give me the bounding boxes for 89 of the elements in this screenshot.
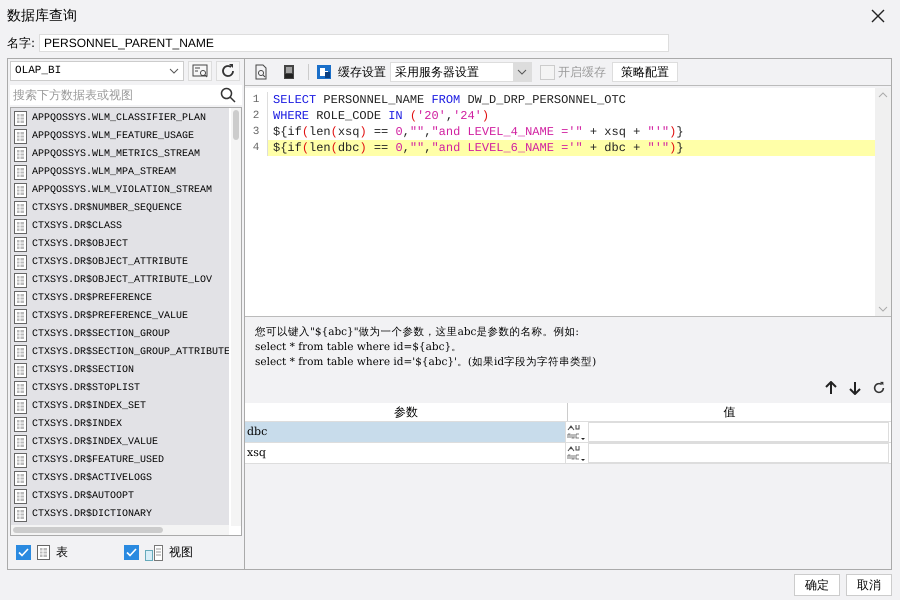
enable-cache-label: 开启缓存	[558, 64, 606, 80]
table-list-item[interactable]: APPQOSSYS.WLM_METRICS_STREAM	[11, 145, 229, 163]
caret-icon	[517, 69, 527, 75]
text-type-icon[interactable]	[566, 444, 586, 462]
name-field[interactable]: PERSONNEL_PARENT_NAME	[39, 34, 670, 52]
table-list-item[interactable]: CTXSYS.DR$SECTION_GROUP	[11, 325, 229, 343]
table-icon	[14, 326, 27, 342]
table-icon	[14, 380, 27, 396]
table-list-item[interactable]: CTXSYS.DR$SECTION	[11, 361, 229, 379]
move-up-icon[interactable]	[823, 379, 839, 397]
table-list-item[interactable]: CTXSYS.DR$STOPLIST	[11, 379, 229, 397]
table-list-item[interactable]: CTXSYS.DR$PREFERENCE	[11, 289, 229, 307]
table-icon	[37, 545, 50, 560]
table-list-item[interactable]: CTXSYS.DR$NUMBER_SEQUENCE	[11, 199, 229, 217]
table-list-item[interactable]: CTXSYS.DR$PREFERENCE_VALUE	[11, 307, 229, 325]
table-icon	[14, 200, 27, 216]
dialog-button[interactable]: 确定	[794, 574, 840, 596]
table-list-item[interactable]: CTXSYS.DR$INDEX_SET	[11, 397, 229, 415]
caret-icon	[169, 68, 179, 74]
line-number: 4	[245, 140, 268, 156]
text-type-icon[interactable]	[566, 423, 586, 441]
table-list-item[interactable]: CTXSYS.DR$FEATURE_USED	[11, 451, 229, 469]
code-line: ${if(len(dbc) == 0,"","and LEVEL_6_NAME ='" + dbc + "'")}	[273, 141, 684, 155]
search-field[interactable]: 搜索下方数据表或视图	[10, 85, 242, 105]
table-list-item[interactable]: CTXSYS.DR$CLASS	[11, 217, 229, 235]
strategy-config-button[interactable]: 策略配置	[612, 62, 678, 82]
table-icon	[14, 236, 27, 252]
scrollbar[interactable]	[231, 108, 241, 526]
table-icon	[14, 308, 27, 324]
datasource-dropdown[interactable]: OLAP_BI	[10, 61, 184, 81]
move-down-icon[interactable]	[847, 379, 863, 397]
table-icon	[14, 218, 27, 234]
hint-text: 您可以键入"${abc}"做为一个参数，这里abc是参数的名称。例如:	[255, 325, 580, 340]
table-icon	[14, 416, 27, 432]
close-icon	[871, 9, 885, 23]
table-cell[interactable]: dbc	[245, 422, 566, 442]
table-icon	[14, 110, 27, 126]
table-list-item[interactable]: CTXSYS.DR$ACTIVELOGS	[11, 469, 229, 487]
table-icon	[14, 146, 27, 162]
table-icon	[14, 470, 27, 486]
window-title: 数据库查询	[7, 7, 77, 25]
table-icon	[14, 290, 27, 306]
cache-settings-label: 缓存设置	[338, 64, 386, 80]
checkbox-label: 表	[56, 544, 68, 561]
search-icon[interactable]	[220, 87, 236, 103]
table-list-item[interactable]: APPQOSSYS.WLM_FEATURE_USAGE	[11, 127, 229, 145]
column-header: 值	[722, 404, 736, 421]
table-icon	[14, 272, 27, 288]
table-list-item[interactable]: CTXSYS.DR$OBJECT	[11, 235, 229, 253]
column-header: 参数	[245, 403, 568, 421]
table-list-item[interactable]: APPQOSSYS.WLM_VIOLATION_STREAM	[11, 181, 229, 199]
table-list-item[interactable]: CTXSYS.DR$OBJECT_ATTRIBUTE_LOV	[11, 271, 229, 289]
table-icon	[14, 506, 27, 522]
table-list-item[interactable]: APPQOSSYS.WLM_CLASSIFIER_PLAN	[11, 109, 229, 127]
table-list-item[interactable]: CTXSYS.DR$DICTIONARY	[11, 505, 229, 523]
table-list-item[interactable]: CTXSYS.DR$OBJECT_ATTRIBUTE	[11, 253, 229, 271]
cache-icon	[316, 64, 332, 80]
table-icon	[14, 398, 27, 414]
table-icon	[14, 254, 27, 270]
table-icon	[14, 452, 27, 468]
code-line: WHERE ROLE_CODE IN ('20','24')	[273, 109, 490, 123]
checkbox[interactable]	[124, 545, 139, 560]
view-icon	[145, 544, 163, 560]
table-icon	[14, 164, 27, 180]
checkbox-label: 视图	[169, 544, 193, 561]
hint-text: select * from table where id=${abc}。	[255, 340, 464, 355]
value-field[interactable]	[588, 422, 889, 442]
table-icon	[14, 182, 27, 198]
dialog-button[interactable]: 取消	[846, 574, 892, 596]
table-icon	[14, 362, 27, 378]
table-list-item[interactable]: CTXSYS.DR$AUTOOPT	[11, 487, 229, 505]
checkbox[interactable]	[16, 545, 31, 560]
code-line: SELECT PERSONNEL_NAME FROM DW_D_DRP_PERSONNEL_OTC	[273, 93, 626, 107]
table-list-item[interactable]: CTXSYS.DR$INDEX	[11, 415, 229, 433]
code-line: ${if(len(xsq) == 0,"","and LEVEL_4_NAME ='" + xsq + "'")}	[273, 125, 684, 139]
refresh-icon[interactable]	[216, 61, 240, 81]
table-cell[interactable]: xsq	[245, 443, 566, 463]
scrollbar[interactable]	[11, 525, 229, 535]
table-icon	[14, 128, 27, 144]
hint-text: select * from table where id='${abc}'。(如果id字段为字符串类型)	[255, 355, 598, 370]
table-icon	[14, 344, 27, 360]
cache-mode-dropdown[interactable]: 采用服务器设置	[390, 62, 532, 82]
table-icon	[14, 488, 27, 504]
name-label: 名字:	[7, 34, 36, 52]
table-list-item[interactable]: CTXSYS.DR$INDEX_VALUE	[11, 433, 229, 451]
table-icon	[14, 434, 27, 450]
table-list-item[interactable]: APPQOSSYS.WLM_MPA_STREAM	[11, 163, 229, 181]
preview-icon[interactable]	[188, 61, 212, 81]
value-field[interactable]	[588, 443, 889, 463]
